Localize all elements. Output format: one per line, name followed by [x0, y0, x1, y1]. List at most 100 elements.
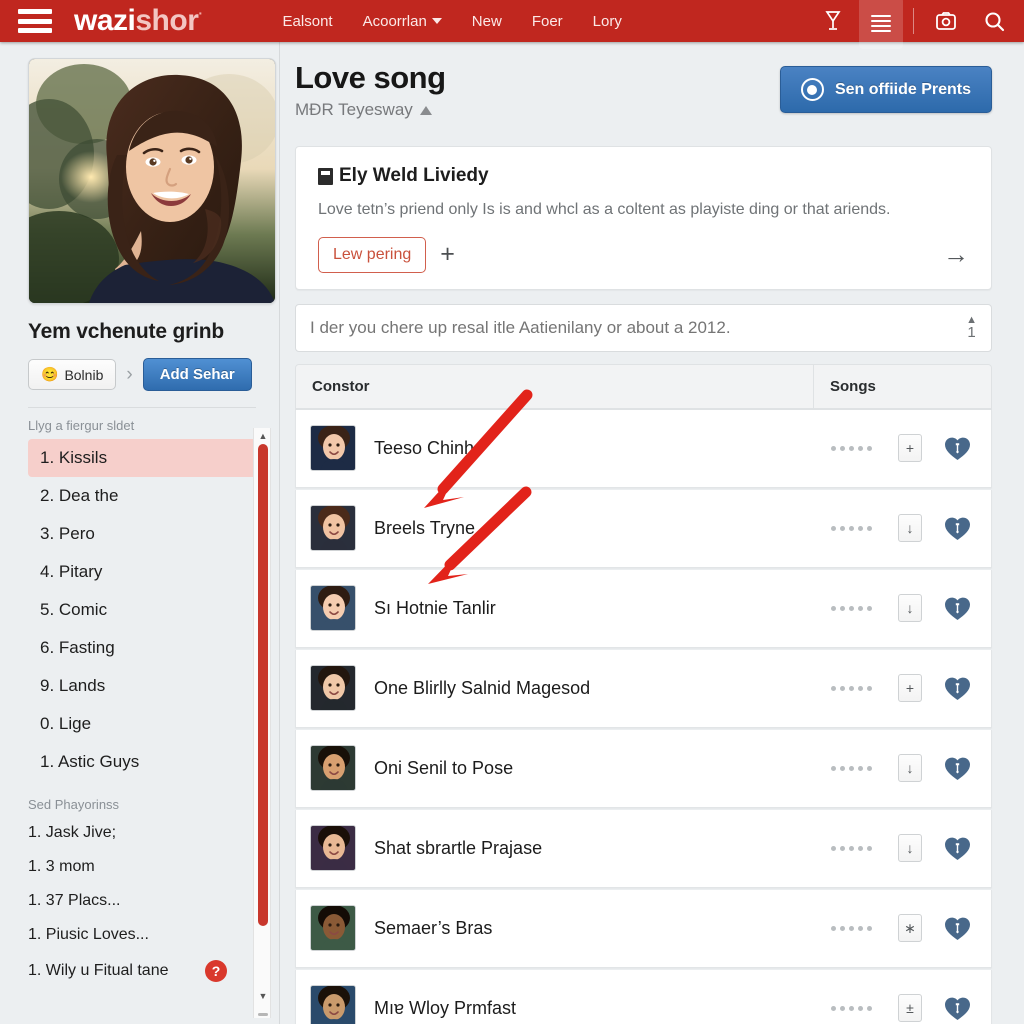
scroll-down-arrow-icon[interactable]: ▼ — [254, 988, 272, 1004]
camera-icon[interactable] — [924, 0, 968, 42]
nav-link-0[interactable]: Ealsont — [283, 13, 333, 30]
favorite-heart-icon[interactable] — [944, 436, 971, 461]
rating-dots-icon — [831, 1005, 872, 1011]
info-card: Ely Weld Liviedy Love tetn’s priend only… — [295, 146, 992, 290]
trophy-icon[interactable] — [811, 0, 855, 42]
table-row[interactable]: Semaer’s Bras ∗ — [295, 889, 992, 968]
stepper-value: 1 — [967, 323, 976, 341]
logo-primary-text: wazi — [74, 4, 136, 37]
sidebar-item-4[interactable]: 5. Comic — [28, 591, 261, 629]
nav-link-1[interactable]: Acoorrlan — [363, 13, 442, 30]
row-action-button[interactable]: ↓ — [898, 754, 922, 783]
row-name: Breels Tryne — [374, 517, 476, 538]
table-row[interactable]: Oni Senil to Pose ↓ — [295, 729, 992, 808]
column-header-constor: Constor — [296, 364, 814, 408]
scroll-up-arrow-icon[interactable]: ▲ — [254, 428, 272, 444]
row-name: Mıɐ Wloy Prmfast — [374, 997, 517, 1018]
sidebar-scrollbar[interactable]: ▲ ▼ — [253, 428, 271, 1018]
logo-secondary-text: shor — [135, 4, 199, 37]
favorite-heart-icon[interactable] — [944, 516, 971, 541]
favorite-heart-icon[interactable] — [944, 756, 971, 781]
rating-dots-icon — [831, 525, 872, 531]
sidebar2-item-3[interactable]: 1. Piusic Loves... — [28, 918, 261, 952]
table-row[interactable]: Shat sbrartle Prajase ↓ — [295, 809, 992, 888]
sidebar-item-3[interactable]: 4. Pitary — [28, 553, 261, 591]
sidebar-list-label: Llyg a fiergur sldet — [28, 418, 135, 433]
nav-link-3[interactable]: Foer — [532, 13, 563, 30]
row-action-button[interactable]: + — [898, 434, 922, 463]
nav-icon-group — [811, 0, 1016, 49]
favorite-heart-icon[interactable] — [944, 996, 971, 1021]
sidebar-divider — [28, 407, 256, 408]
results-rows: Teeso Chinh + Breels Tryne ↓ Sı Hotnie Tanli… — [295, 409, 992, 1024]
avatar — [310, 985, 356, 1024]
page-subtitle-text: MĐR Teyesway — [295, 100, 413, 119]
sidebar-item-5[interactable]: 6. Fasting — [28, 629, 261, 667]
sidebar2-label-1: 1. 3 mom — [28, 858, 95, 875]
left-sidebar: Yem vchenute grinb 😊 Bolnib › Add Sehar … — [0, 42, 280, 1024]
app-window: wazishor· Ealsont Acoorrlan New Foer Lor… — [0, 0, 1024, 1024]
sidebar-item-0[interactable]: 1. Kissils — [28, 439, 261, 477]
sidebar-item-8[interactable]: 1. Astic Guys — [28, 743, 261, 781]
nav-link-4[interactable]: Lory — [593, 13, 622, 30]
avatar — [310, 665, 356, 712]
sidebar-item-1[interactable]: 2. Dea the — [28, 477, 261, 515]
nav-links: Ealsont Acoorrlan New Foer Lory — [283, 13, 622, 30]
row-action-button[interactable]: ↓ — [898, 514, 922, 543]
bolnib-button[interactable]: 😊 Bolnib — [28, 359, 117, 390]
favorite-heart-icon[interactable] — [944, 596, 971, 621]
help-badge-icon[interactable]: ? — [205, 960, 227, 982]
nav-link-2[interactable]: New — [472, 13, 502, 30]
table-header-row: Constor Songs — [296, 364, 991, 409]
avatar — [310, 905, 356, 952]
main-content: Love song MĐR Teyesway Sen offiide Prent… — [281, 42, 1024, 1024]
nav-link-label-0: Ealsont — [282, 12, 333, 30]
target-circle-icon — [800, 78, 824, 101]
favorite-heart-icon[interactable] — [944, 676, 971, 701]
sidebar2-item-4[interactable]: 1. Wily u Fitual tane ? — [28, 952, 261, 990]
info-card-heading: Ely Weld Liviedy — [318, 165, 969, 187]
sidebar-item-2[interactable]: 3. Pero — [28, 515, 261, 553]
sidebar2-item-0[interactable]: 1. Jask Jive; — [28, 816, 261, 850]
quantity-stepper[interactable]: ▲ 1 — [966, 314, 977, 341]
scrollbar-thumb[interactable] — [258, 444, 268, 926]
sidebar-section2-label: Sed Phayorinss — [28, 797, 120, 812]
smiley-icon: 😊 — [41, 366, 59, 382]
row-action-button[interactable]: ↓ — [898, 594, 922, 623]
sidebar2-item-1[interactable]: 1. 3 mom — [28, 850, 261, 884]
row-name: Shat sbrartle Prajase — [374, 837, 543, 858]
sidebar-item-6[interactable]: 9. Lands — [28, 667, 261, 705]
hamburger-menu-icon[interactable] — [18, 9, 52, 33]
sidebar2-item-2[interactable]: 1. 37 Placs... — [28, 884, 261, 918]
nav-link-label-4: Lory — [592, 12, 622, 30]
add-sehar-button[interactable]: Add Sehar — [142, 358, 252, 391]
triangle-up-icon — [419, 105, 432, 115]
app-logo[interactable]: wazishor· — [74, 6, 203, 36]
table-row[interactable]: Mıɐ Wloy Prmfast ± — [295, 969, 992, 1024]
send-prents-button[interactable]: Sen offiide Prents — [779, 66, 992, 113]
table-row[interactable]: Teeso Chinh + — [295, 409, 992, 488]
sidebar-item-7[interactable]: 0. Lige — [28, 705, 261, 743]
top-navigation-bar: wazishor· Ealsont Acoorrlan New Foer Lor… — [0, 0, 1024, 49]
list-icon[interactable] — [859, 0, 903, 49]
search-input[interactable] — [310, 317, 967, 338]
row-action-button[interactable]: ± — [898, 994, 922, 1023]
chevron-right-icon[interactable]: › — [126, 364, 132, 386]
search-icon[interactable] — [972, 0, 1016, 42]
row-action-button[interactable]: ↓ — [898, 834, 922, 863]
table-row[interactable]: Breels Tryne ↓ — [295, 489, 992, 568]
next-arrow-icon[interactable]: → — [943, 241, 969, 267]
row-action-button[interactable]: + — [898, 674, 922, 703]
nav-link-label-3: Foer — [531, 12, 563, 30]
row-action-button[interactable]: ∗ — [898, 914, 922, 943]
info-card-heading-text: Ely Weld Liviedy — [339, 165, 489, 186]
lew-pering-button[interactable]: Lew pering — [318, 236, 427, 273]
avatar — [310, 825, 356, 872]
sidebar2-label-3: 1. Piusic Loves... — [28, 926, 149, 943]
table-row[interactable]: Sı Hotnie Tanlir ↓ — [295, 569, 992, 648]
add-plus-icon[interactable]: + — [440, 242, 455, 267]
results-table-header: Constor Songs — [295, 363, 992, 410]
favorite-heart-icon[interactable] — [944, 916, 971, 941]
table-row[interactable]: One Blirlly Salnid Magesod + — [295, 649, 992, 728]
favorite-heart-icon[interactable] — [944, 836, 971, 861]
